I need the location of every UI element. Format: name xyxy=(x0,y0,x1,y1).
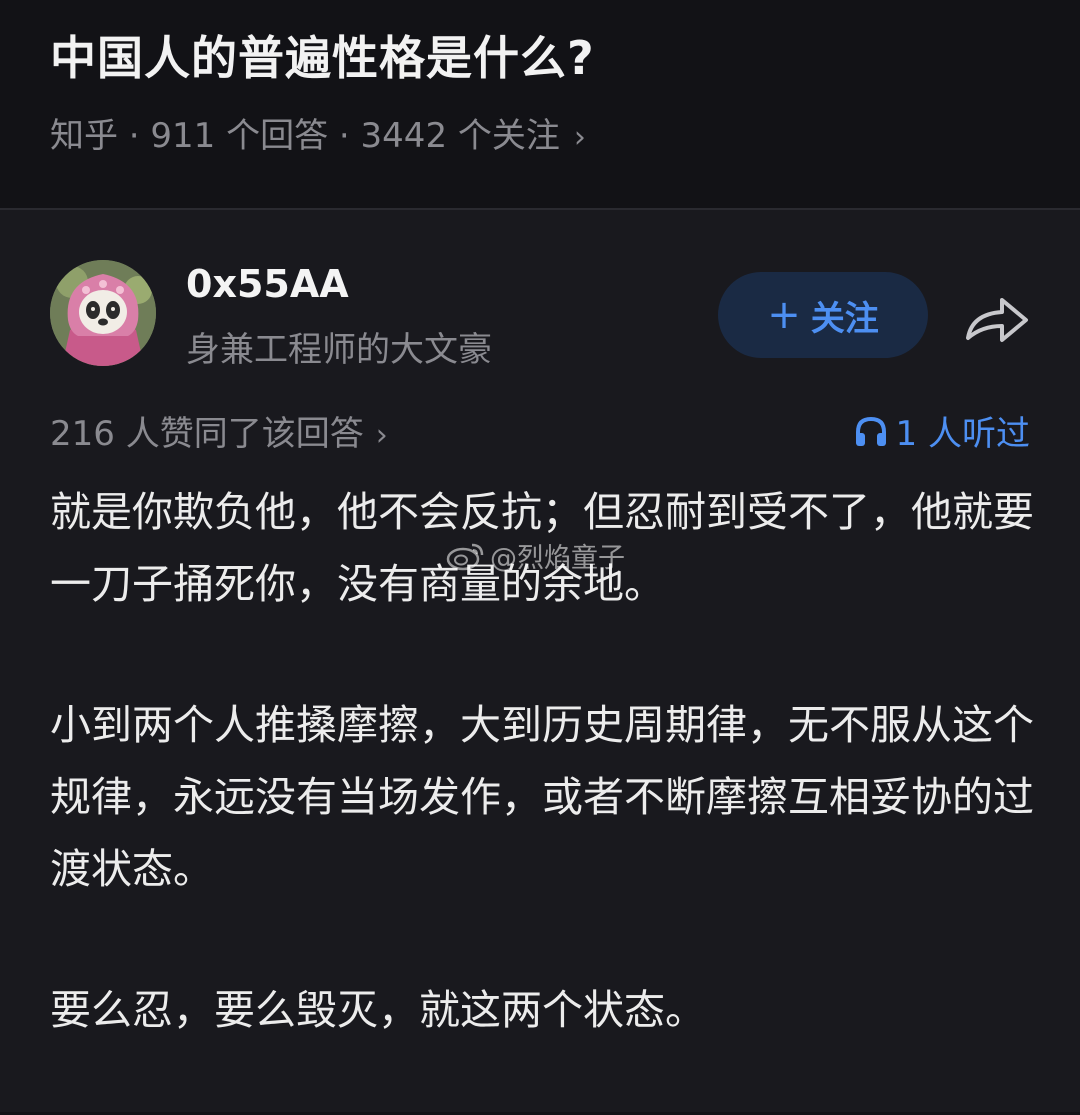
follow-button-label: 关注 xyxy=(810,298,879,339)
listen-count-text: 1 人听过 xyxy=(895,414,1030,454)
chevron-right-icon: › xyxy=(573,120,586,155)
headphones-icon xyxy=(855,416,886,446)
question-title[interactable]: 中国人的普遍性格是什么? xyxy=(50,22,595,88)
weibo-icon xyxy=(446,543,484,570)
listen-count[interactable]: 1 人听过 xyxy=(854,406,1030,455)
vote-count-text: 216 人赞同了该回答 xyxy=(50,414,364,454)
chevron-right-icon: › xyxy=(375,418,388,453)
question-meta[interactable]: 知乎 · 911 个回答 · 3442 个关注 › xyxy=(50,108,586,157)
answer-paragraph: 小到两个人推搡摩擦，大到历史周期律，无不服从这个规律，永远没有当场发作，或者不断… xyxy=(50,701,1034,893)
vote-count[interactable]: 216 人赞同了该回答 › xyxy=(50,406,388,455)
panda-avatar[interactable] xyxy=(50,260,156,366)
author-bio: 身兼工程师的大文豪 xyxy=(186,330,492,370)
author-name[interactable]: 0x55AA xyxy=(186,262,349,306)
plus-icon: + xyxy=(767,292,801,338)
question-meta-text: 知乎 · 911 个回答 · 3442 个关注 xyxy=(50,116,560,156)
question-header: 中国人的普遍性格是什么? 知乎 · 911 个回答 · 3442 个关注 › xyxy=(0,0,1080,210)
watermark: @烈焰童子 xyxy=(446,536,625,575)
watermark-text: @烈焰童子 xyxy=(490,543,625,574)
share-icon[interactable] xyxy=(962,288,1034,348)
answer-paragraph: 要么忍，要么毁灭，就这两个状态。 xyxy=(50,986,706,1034)
follow-button[interactable]: + 关注 xyxy=(718,272,928,358)
answer-card: 0x55AA 身兼工程师的大文豪 + 关注 216 人赞同了该回答 › 1 人听过… xyxy=(0,210,1080,1112)
